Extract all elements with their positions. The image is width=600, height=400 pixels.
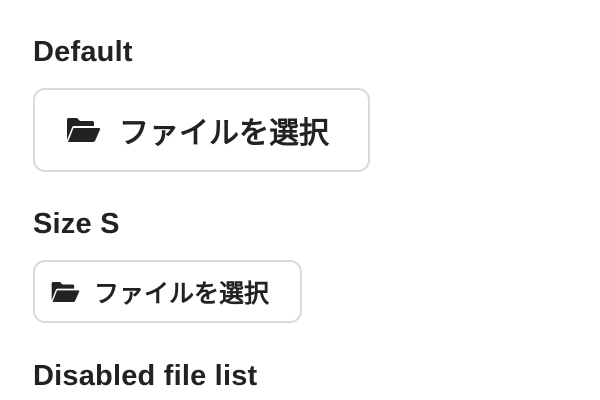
folder-open-icon: [65, 116, 101, 144]
folder-open-icon: [50, 280, 80, 304]
select-file-button-small[interactable]: ファイルを選択: [33, 260, 302, 323]
file-picker-demo-page: Default ファイルを選択 Size S ファイルを選択 Disabled …: [0, 0, 600, 400]
select-file-button-default[interactable]: ファイルを選択: [33, 88, 370, 172]
section-heading-size-s: Size S: [33, 208, 120, 240]
section-heading-disabled-file-list: Disabled file list: [33, 360, 258, 392]
select-file-button-label: ファイルを選択: [119, 117, 329, 150]
section-heading-default: Default: [33, 36, 133, 68]
select-file-button-label: ファイルを選択: [94, 279, 270, 308]
